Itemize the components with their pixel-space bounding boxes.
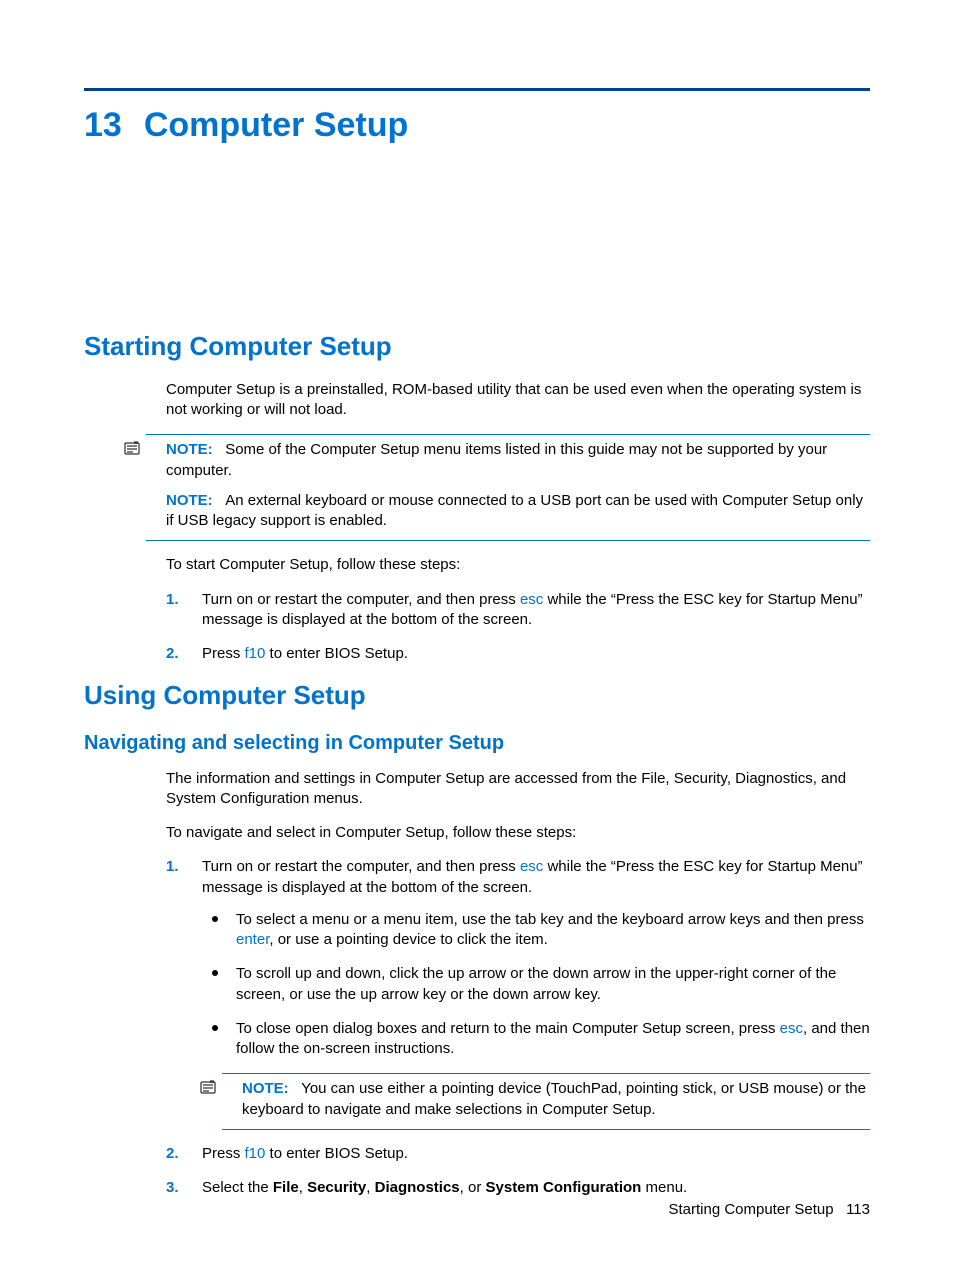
lead-text-block: To start Computer Setup, follow these st… — [166, 555, 870, 575]
note-box-1: NOTE: Some of the Computer Setup menu it… — [146, 434, 870, 541]
section-heading-using: Using Computer Setup — [84, 678, 870, 713]
note-label: NOTE: — [166, 492, 213, 509]
step-number: 2. — [166, 644, 179, 664]
page-footer: Starting Computer Setup 113 — [668, 1200, 870, 1220]
step-2: 2. Press f10 to enter BIOS Setup. — [166, 644, 870, 664]
step-1: 1. Turn on or restart the computer, and … — [166, 590, 870, 631]
footer-section: Starting Computer Setup — [668, 1201, 833, 1218]
intro-paragraph: Computer Setup is a preinstalled, ROM-ba… — [166, 380, 870, 421]
note-icon — [124, 441, 140, 461]
step-number: 1. — [166, 590, 179, 610]
note-label: NOTE: — [166, 441, 213, 458]
note-1-text: NOTE: Some of the Computer Setup menu it… — [166, 440, 870, 481]
sub-bullets: To select a menu or a menu item, use the… — [202, 910, 870, 1060]
note-2-text: NOTE: An external keyboard or mouse conn… — [166, 491, 870, 532]
document-page: 13 Computer Setup Starting Computer Setup… — [0, 0, 954, 1270]
menu-diagnostics: Diagnostics — [375, 1179, 460, 1196]
step-number: 3. — [166, 1178, 179, 1198]
step-number: 1. — [166, 857, 179, 877]
bullet-item: To scroll up and down, click the up arro… — [202, 964, 870, 1005]
key-esc: esc — [520, 858, 543, 875]
steps-list-1: 1. Turn on or restart the computer, and … — [166, 590, 870, 665]
step-number: 2. — [166, 1144, 179, 1164]
menu-security: Security — [307, 1179, 366, 1196]
key-f10: f10 — [245, 1145, 266, 1162]
note-text: NOTE: You can use either a pointing devi… — [242, 1079, 870, 1120]
step-2: 2. Press f10 to enter BIOS Setup. — [166, 1144, 870, 1164]
chapter-number: 13 — [84, 106, 122, 144]
key-esc: esc — [780, 1020, 803, 1037]
top-rule — [84, 88, 870, 91]
key-enter: enter — [236, 931, 269, 948]
footer-page-number: 113 — [846, 1201, 870, 1218]
bullet-item: To close open dialog boxes and return to… — [202, 1019, 870, 1060]
step-1: 1. Turn on or restart the computer, and … — [166, 857, 870, 1130]
bullet-item: To select a menu or a menu item, use the… — [202, 910, 870, 951]
subsection-heading-navigating: Navigating and selecting in Computer Set… — [84, 730, 870, 757]
menu-file: File — [273, 1179, 299, 1196]
chapter-heading: 13 Computer Setup — [84, 103, 870, 149]
note-icon — [200, 1080, 216, 1100]
note-box-2: NOTE: You can use either a pointing devi… — [222, 1073, 870, 1130]
lead-text: To start Computer Setup, follow these st… — [166, 555, 870, 575]
note-label: NOTE: — [242, 1080, 289, 1097]
step-3: 3. Select the File, Security, Diagnostic… — [166, 1178, 870, 1198]
section-heading-starting: Starting Computer Setup — [84, 329, 870, 364]
key-esc: esc — [520, 591, 543, 608]
menu-system-configuration: System Configuration — [486, 1179, 642, 1196]
paragraph: The information and settings in Computer… — [166, 769, 870, 810]
key-f10: f10 — [245, 645, 266, 662]
body-block-2: The information and settings in Computer… — [166, 769, 870, 844]
steps-list-2: 1. Turn on or restart the computer, and … — [166, 857, 870, 1198]
chapter-title: Computer Setup — [144, 106, 408, 144]
intro-paragraph-block: Computer Setup is a preinstalled, ROM-ba… — [166, 380, 870, 421]
paragraph: To navigate and select in Computer Setup… — [166, 823, 870, 843]
